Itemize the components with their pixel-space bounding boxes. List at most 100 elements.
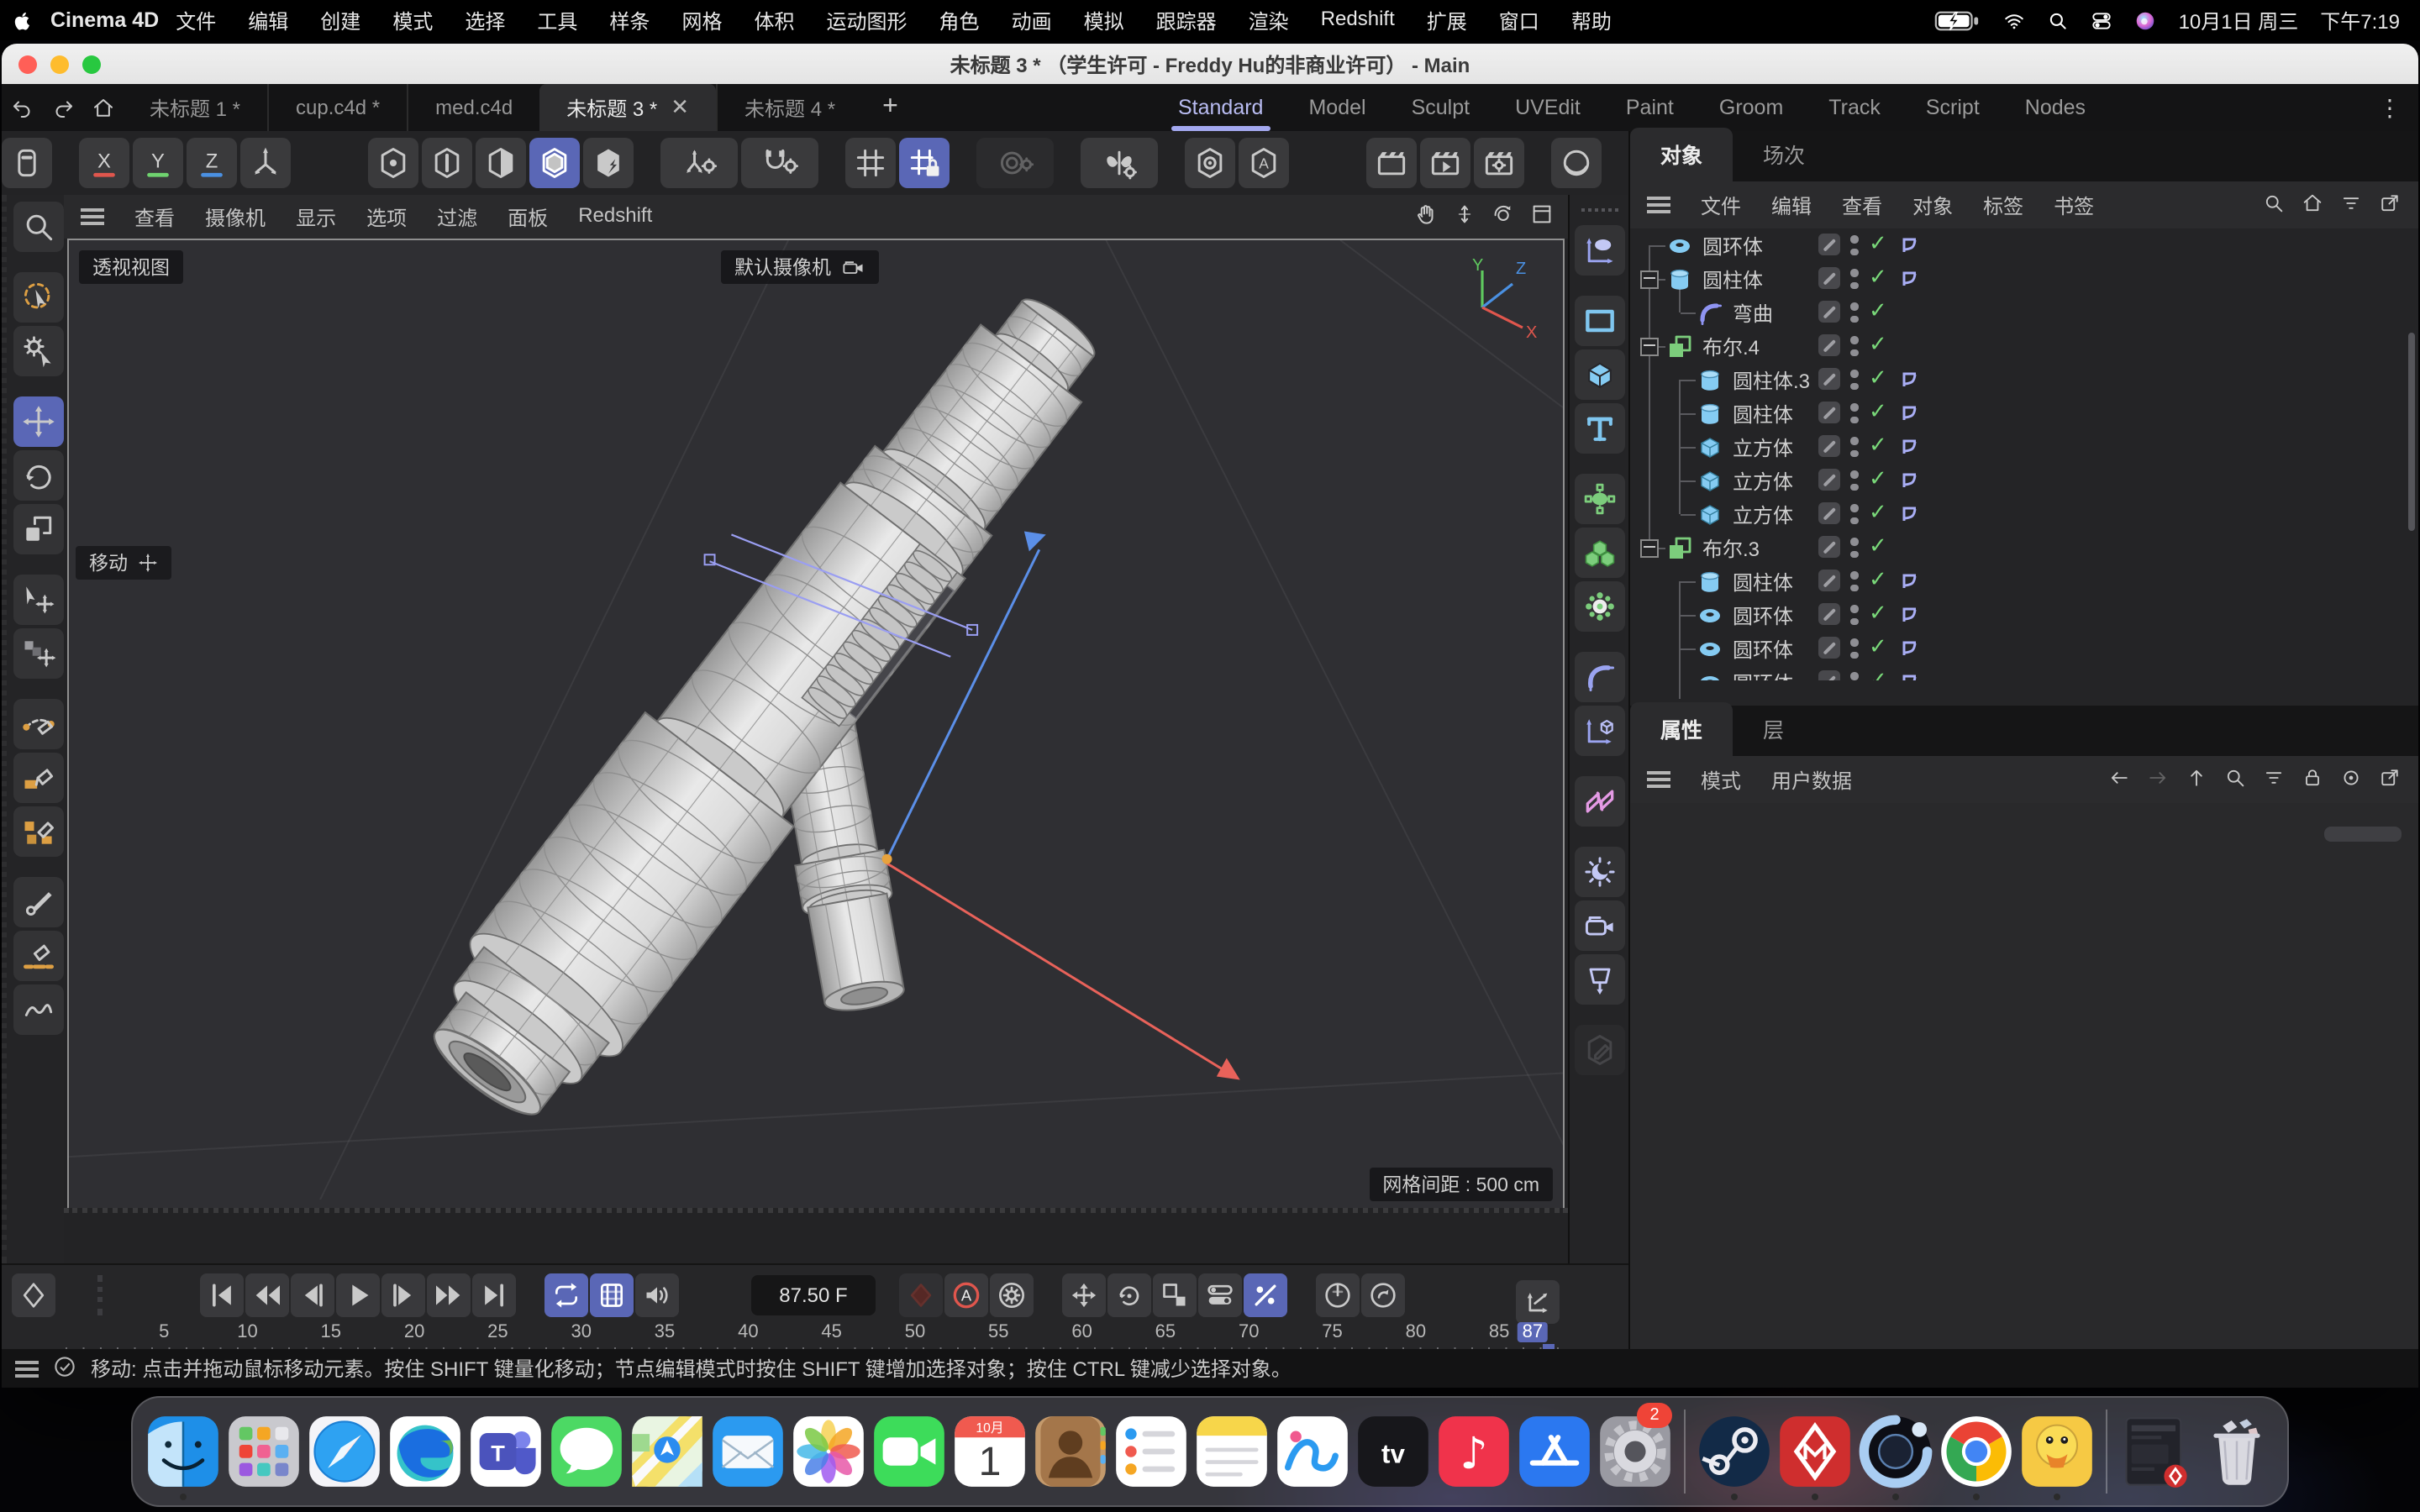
document-tab[interactable]: cup.c4d * <box>267 84 407 131</box>
visibility-dots[interactable] <box>1850 638 1858 659</box>
toolbar-button[interactable] <box>583 138 634 188</box>
toolbar-button[interactable]: Y <box>133 138 183 188</box>
edit-enable-toggle[interactable] <box>1818 536 1840 558</box>
keying-button[interactable] <box>1361 1273 1405 1317</box>
visibility-dots[interactable] <box>1850 302 1858 323</box>
app-menu-title[interactable]: Cinema 4D <box>50 8 159 32</box>
visibility-dots[interactable] <box>1850 403 1858 423</box>
edit-enable-toggle[interactable] <box>1818 670 1840 692</box>
phong-tag-icon[interactable] <box>1899 402 1921 423</box>
object-tree-row[interactable]: 圆环体 ✓ <box>1630 598 2418 632</box>
object-tree-row[interactable]: 弯曲 ✓ <box>1630 296 2418 329</box>
layout-tab[interactable]: Sculpt <box>1412 84 1470 131</box>
enabled-checkmark[interactable]: ✓ <box>1869 398 1887 425</box>
toolbar-button[interactable]: A <box>1239 138 1289 188</box>
object-tree-row[interactable]: 布尔.4 ✓ <box>1630 329 2418 363</box>
expander-icon[interactable] <box>1640 338 1659 356</box>
enabled-checkmark[interactable]: ✓ <box>1869 600 1887 627</box>
tool-button[interactable] <box>13 931 63 981</box>
toolbar-button[interactable] <box>240 138 291 188</box>
visibility-dots[interactable] <box>1850 504 1858 524</box>
visibility-dots[interactable] <box>1850 370 1858 390</box>
object-name[interactable]: 立方体 <box>1733 433 1793 461</box>
keying-button[interactable] <box>1153 1273 1197 1317</box>
om-menu-item[interactable]: 对象 <box>1912 191 1953 219</box>
edit-enable-toggle[interactable] <box>1818 267 1840 289</box>
viewport-hamburger-icon[interactable] <box>81 208 104 225</box>
attr-toolbar-icon[interactable] <box>2339 765 2363 794</box>
viewport-nav-icon[interactable] <box>1452 202 1477 232</box>
menu-item[interactable]: 选择 <box>465 6 505 34</box>
phong-tag-icon[interactable] <box>1899 469 1921 491</box>
toolbar-button[interactable] <box>476 138 526 188</box>
current-frame-field[interactable]: 87.50 F <box>751 1275 876 1315</box>
dock-app-minwin[interactable] <box>2116 1403 2196 1500</box>
dock-app-safari[interactable] <box>304 1403 385 1500</box>
menu-item[interactable]: 体积 <box>754 6 794 34</box>
dock-app-messages[interactable] <box>546 1403 627 1500</box>
phong-tag-icon[interactable] <box>1899 234 1921 255</box>
keying-button[interactable] <box>1107 1273 1151 1317</box>
dock-app-photos[interactable] <box>788 1403 869 1500</box>
dock-app-mail[interactable] <box>708 1403 788 1500</box>
om-hamburger-icon[interactable] <box>1647 197 1670 213</box>
attr-toolbar-icon[interactable] <box>2301 765 2324 794</box>
keying-button[interactable] <box>990 1273 1034 1317</box>
dock-app-settings[interactable]: 2 <box>1595 1403 1676 1500</box>
tool-button[interactable] <box>13 753 63 803</box>
enabled-checkmark[interactable]: ✓ <box>1869 264 1887 291</box>
visibility-dots[interactable] <box>1850 605 1858 625</box>
dock-app-appstore[interactable] <box>1514 1403 1595 1500</box>
frame-ruler[interactable]: 51015202530354045505560657075808587 <box>66 1322 1568 1346</box>
transport-button[interactable] <box>544 1273 588 1317</box>
object-name[interactable]: 圆环体 <box>1702 231 1763 260</box>
attr-toolbar-icon[interactable] <box>2185 765 2208 794</box>
edit-enable-toggle[interactable] <box>1818 435 1840 457</box>
dock-app-reminders[interactable] <box>1111 1403 1192 1500</box>
tool-button[interactable] <box>13 326 63 376</box>
layout-tab[interactable]: UVEdit <box>1515 84 1581 131</box>
toolbar-button[interactable] <box>845 138 896 188</box>
edit-enable-toggle[interactable] <box>1818 570 1840 591</box>
enabled-checkmark[interactable]: ✓ <box>1869 331 1887 358</box>
dock-app-notes[interactable] <box>1192 1403 1272 1500</box>
menu-item[interactable]: 窗口 <box>1499 6 1539 34</box>
viewport-menu-item[interactable]: 过滤 <box>437 202 477 231</box>
tool-button[interactable] <box>13 272 63 323</box>
toolbar-button[interactable] <box>741 138 818 188</box>
viewport-nav-icon[interactable] <box>1491 202 1516 232</box>
edit-enable-toggle[interactable] <box>1818 502 1840 524</box>
object-tree-row[interactable]: 圆柱体 ✓ <box>1630 564 2418 598</box>
document-tab[interactable]: med.c4d <box>407 84 539 131</box>
nav-icon[interactable] <box>42 95 82 120</box>
dock-app-mapp[interactable] <box>1775 1403 1855 1500</box>
nav-icon[interactable] <box>82 95 123 120</box>
om-menu-item[interactable]: 标签 <box>1983 191 2023 219</box>
expander-icon[interactable] <box>1640 539 1659 558</box>
window-titlebar[interactable]: 未标题 3 * （学生许可 - Freddy Hu的非商业许可） - Main <box>2 44 2418 84</box>
transport-button[interactable] <box>635 1273 679 1317</box>
menu-item[interactable]: 创建 <box>320 6 360 34</box>
object-name[interactable]: 圆柱体.3 <box>1733 365 1810 394</box>
object-name[interactable]: 圆环体 <box>1733 601 1793 629</box>
tool-button[interactable] <box>13 628 63 679</box>
layout-overflow-menu-icon[interactable]: ⋮ <box>2378 93 2402 122</box>
transport-button[interactable] <box>427 1273 471 1317</box>
visibility-dots[interactable] <box>1850 336 1858 356</box>
menu-item[interactable]: 动画 <box>1012 6 1052 34</box>
dock-app-freeform[interactable] <box>1272 1403 1353 1500</box>
toolbar-button[interactable] <box>529 138 580 188</box>
enabled-checkmark[interactable]: ✓ <box>1869 566 1887 593</box>
object-create-button[interactable] <box>1575 296 1625 346</box>
new-document-tab-button[interactable]: + <box>862 92 918 123</box>
layout-tab[interactable]: Track <box>1828 84 1881 131</box>
menu-item[interactable]: 帮助 <box>1571 6 1612 34</box>
menu-item[interactable]: 工具 <box>537 6 577 34</box>
visibility-dots[interactable] <box>1850 672 1858 692</box>
object-name[interactable]: 圆柱体 <box>1733 399 1793 428</box>
visibility-dots[interactable] <box>1850 269 1858 289</box>
toolbar-button[interactable] <box>976 138 1054 188</box>
viewport-nav-icon[interactable] <box>1413 202 1439 232</box>
panel-tab[interactable]: 对象 <box>1630 128 1733 181</box>
menu-item[interactable]: 样条 <box>609 6 650 34</box>
